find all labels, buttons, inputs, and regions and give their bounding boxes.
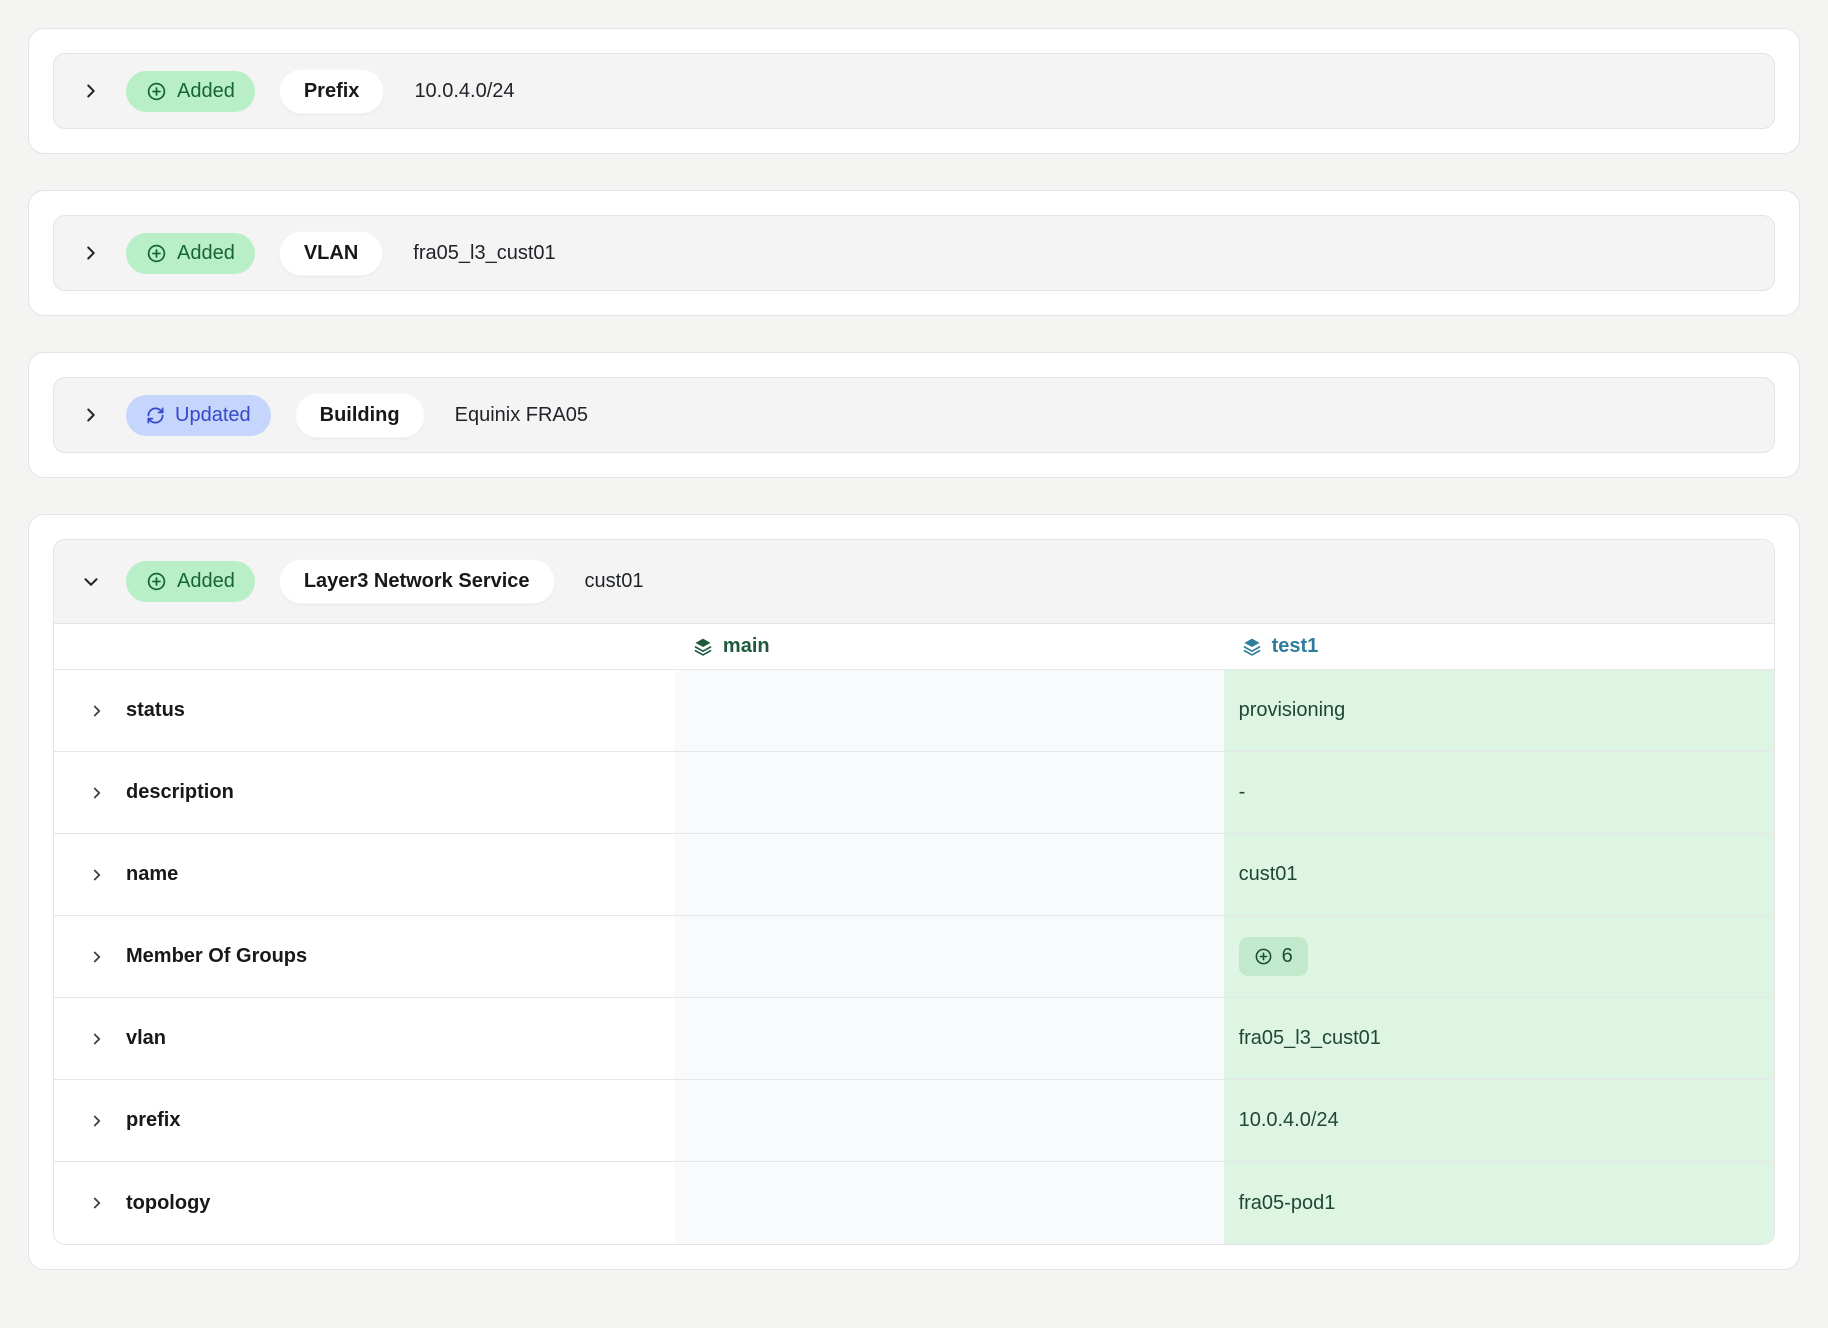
- layers-icon: [693, 637, 713, 657]
- row-label-cell[interactable]: vlan: [54, 998, 675, 1079]
- test1-value-cell: -: [1224, 752, 1774, 833]
- table-row-status: status provisioning: [54, 670, 1774, 752]
- main-value-cell: [675, 998, 1224, 1079]
- row-label: status: [126, 699, 185, 722]
- chevron-right-icon[interactable]: [80, 404, 102, 426]
- diff-card-header[interactable]: Updated Building Equinix FRA05: [53, 377, 1775, 453]
- diff-card-building: Updated Building Equinix FRA05: [28, 352, 1800, 478]
- badge-label: Added: [177, 80, 235, 103]
- main-value-cell: [675, 670, 1224, 751]
- added-count-badge: 6: [1239, 937, 1308, 976]
- diff-panel: Added Layer3 Network Service cust01 main…: [53, 539, 1775, 1245]
- object-name: fra05_l3_cust01: [413, 242, 555, 265]
- test1-value-cell: cust01: [1224, 834, 1774, 915]
- badge-label: Added: [177, 242, 235, 265]
- row-label: name: [126, 863, 178, 886]
- row-value: fra05_l3_cust01: [1239, 1027, 1381, 1050]
- row-label: Member Of Groups: [126, 945, 307, 968]
- diff-card-header[interactable]: Added Layer3 Network Service cust01: [54, 540, 1774, 624]
- diff-card-layer3-service: Added Layer3 Network Service cust01 main…: [28, 514, 1800, 1270]
- diff-card-vlan: Added VLAN fra05_l3_cust01: [28, 190, 1800, 316]
- object-name: 10.0.4.0/24: [414, 80, 514, 103]
- added-badge: Added: [126, 71, 255, 112]
- object-name: cust01: [585, 570, 644, 593]
- diff-page: Added Prefix 10.0.4.0/24 Added VLAN fra0…: [28, 28, 1800, 1270]
- badge-label: Updated: [175, 404, 251, 427]
- object-kind-pill: VLAN: [279, 231, 383, 276]
- chevron-right-icon[interactable]: [88, 702, 106, 720]
- test1-value-cell: fra05_l3_cust01: [1224, 998, 1774, 1079]
- branch-header-main: main: [675, 624, 1224, 669]
- row-label-cell[interactable]: name: [54, 834, 675, 915]
- test1-value-cell: 6: [1224, 916, 1774, 997]
- table-row-member-of-groups: Member Of Groups 6: [54, 916, 1774, 998]
- layers-icon: [1242, 637, 1262, 657]
- badge-label: Added: [177, 570, 235, 593]
- main-value-cell: [675, 752, 1224, 833]
- object-kind-pill: Prefix: [279, 69, 385, 114]
- chevron-right-icon[interactable]: [80, 80, 102, 102]
- row-label: topology: [126, 1192, 210, 1215]
- diff-card-header[interactable]: Added VLAN fra05_l3_cust01: [53, 215, 1775, 291]
- plus-circle-icon: [1254, 947, 1273, 966]
- chevron-down-icon[interactable]: [80, 571, 102, 593]
- chevron-right-icon[interactable]: [88, 1112, 106, 1130]
- table-row-description: description -: [54, 752, 1774, 834]
- row-label-cell[interactable]: description: [54, 752, 675, 833]
- row-value: fra05-pod1: [1239, 1192, 1336, 1215]
- chevron-right-icon[interactable]: [88, 866, 106, 884]
- row-label-cell[interactable]: Member Of Groups: [54, 916, 675, 997]
- chevron-right-icon[interactable]: [80, 242, 102, 264]
- branch-name: test1: [1272, 635, 1319, 658]
- added-badge: Added: [126, 233, 255, 274]
- branch-header-test1: test1: [1224, 624, 1774, 669]
- row-label-cell[interactable]: topology: [54, 1162, 675, 1244]
- object-name: Equinix FRA05: [455, 404, 588, 427]
- chevron-right-icon[interactable]: [88, 1194, 106, 1212]
- main-value-cell: [675, 1080, 1224, 1161]
- chevron-right-icon[interactable]: [88, 1030, 106, 1048]
- row-label: prefix: [126, 1109, 180, 1132]
- test1-value-cell: provisioning: [1224, 670, 1774, 751]
- diff-card-header[interactable]: Added Prefix 10.0.4.0/24: [53, 53, 1775, 129]
- object-kind-pill: Layer3 Network Service: [279, 559, 555, 604]
- branch-header-spacer: [54, 624, 675, 669]
- chevron-right-icon[interactable]: [88, 948, 106, 966]
- count-value: 6: [1282, 945, 1293, 968]
- row-value: -: [1239, 781, 1246, 804]
- table-row-name: name cust01: [54, 834, 1774, 916]
- plus-circle-icon: [146, 243, 167, 264]
- branch-name: main: [723, 635, 770, 658]
- refresh-icon: [146, 406, 165, 425]
- row-value: provisioning: [1239, 699, 1346, 722]
- main-value-cell: [675, 834, 1224, 915]
- diff-card-prefix: Added Prefix 10.0.4.0/24: [28, 28, 1800, 154]
- row-label: description: [126, 781, 234, 804]
- row-value: 10.0.4.0/24: [1239, 1109, 1339, 1132]
- row-label-cell[interactable]: status: [54, 670, 675, 751]
- table-row-topology: topology fra05-pod1: [54, 1162, 1774, 1244]
- main-value-cell: [675, 916, 1224, 997]
- branch-header-row: main test1: [54, 624, 1774, 670]
- main-value-cell: [675, 1162, 1224, 1244]
- row-value: cust01: [1239, 863, 1298, 886]
- plus-circle-icon: [146, 81, 167, 102]
- plus-circle-icon: [146, 571, 167, 592]
- added-badge: Added: [126, 561, 255, 602]
- test1-value-cell: fra05-pod1: [1224, 1162, 1774, 1244]
- test1-value-cell: 10.0.4.0/24: [1224, 1080, 1774, 1161]
- object-kind-pill: Building: [295, 393, 425, 438]
- row-label-cell[interactable]: prefix: [54, 1080, 675, 1161]
- row-label: vlan: [126, 1027, 166, 1050]
- chevron-right-icon[interactable]: [88, 784, 106, 802]
- updated-badge: Updated: [126, 395, 271, 436]
- table-row-vlan: vlan fra05_l3_cust01: [54, 998, 1774, 1080]
- table-row-prefix: prefix 10.0.4.0/24: [54, 1080, 1774, 1162]
